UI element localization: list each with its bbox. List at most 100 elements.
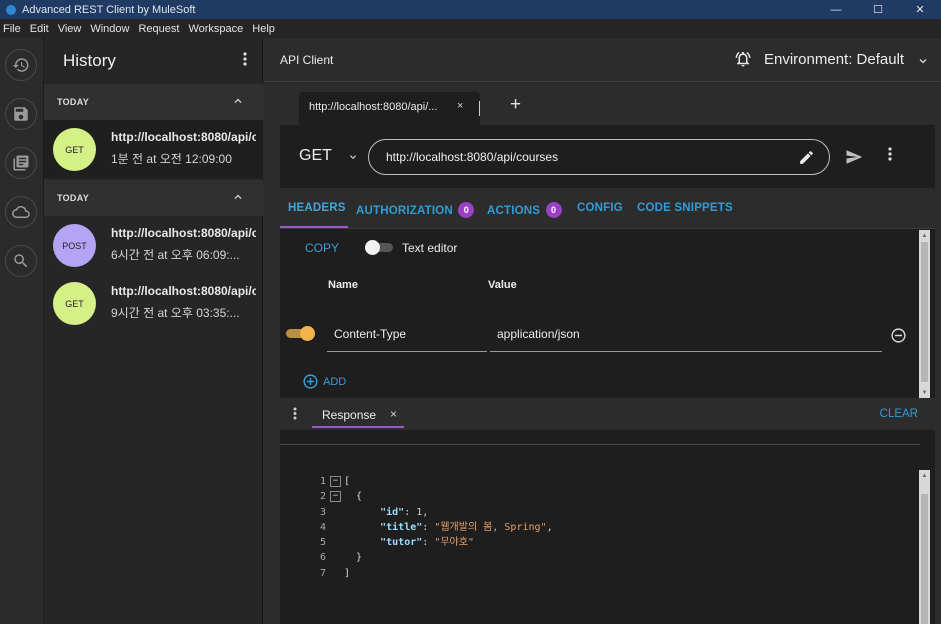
code-line: 7] (310, 566, 553, 581)
environment-selector[interactable]: Environment: Default (764, 51, 904, 68)
history-group-header[interactable]: TODAY (44, 84, 263, 120)
code-text: "title": "웹개발의 봄, Spring", (344, 520, 553, 535)
response-panel: 1−[ 2− { 3 "id": 1, 4 "title": "웹개발의 봄, … (280, 430, 935, 624)
app-title: API Client (280, 53, 334, 67)
menu-workspace[interactable]: Workspace (188, 23, 243, 35)
fold-toggle[interactable]: − (330, 491, 341, 503)
history-menu-button[interactable] (243, 52, 247, 70)
line-number: 4 (319, 521, 326, 533)
request-tab[interactable]: http://localhost:8080/api/... × (299, 92, 480, 125)
headers-scrollbar[interactable]: ▲ ▼ (919, 230, 930, 398)
history-item-url: http://localhost:8080/api/courses (111, 130, 256, 144)
history-item-time: 1분 전 at 오전 12:09:00 (111, 152, 232, 166)
add-circle-icon (303, 374, 318, 389)
copy-headers-button[interactable]: COPY (305, 241, 339, 255)
toggle-knob (300, 326, 315, 341)
history-item-time: 9시간 전 at 오후 03:35:... (111, 306, 240, 320)
history-item[interactable]: GET http://localhost:8080/api/courses 1분… (44, 120, 263, 178)
tab-actions[interactable]: ACTIONS 0 (487, 202, 562, 218)
scroll-thumb[interactable] (921, 242, 928, 382)
header-name-field[interactable]: Content-Type (327, 313, 487, 352)
more-vert-icon (293, 407, 297, 420)
saved-nav-button[interactable] (5, 98, 37, 130)
json-key: "tutor" (380, 537, 423, 549)
minimize-button[interactable]: — (815, 0, 857, 19)
header-enabled-toggle[interactable] (286, 326, 316, 341)
search-nav-button[interactable] (5, 245, 37, 277)
header-value-field[interactable]: application/json (490, 313, 882, 352)
window-controls: — ☐ ✕ (815, 0, 941, 19)
request-tab-strip: http://localhost:8080/api/... × + (264, 83, 941, 125)
menu-help[interactable]: Help (252, 23, 275, 35)
exchange-nav-button[interactable] (5, 196, 37, 228)
cloud-icon (12, 206, 30, 218)
projects-nav-button[interactable] (5, 147, 37, 179)
tab-separator (479, 101, 480, 116)
code-text: { (344, 491, 363, 503)
add-header-button[interactable]: ADD (302, 373, 346, 390)
json-value: "무야호" (434, 537, 474, 549)
scroll-thumb[interactable] (921, 494, 928, 624)
response-scrollbar[interactable]: ▲ (919, 470, 930, 624)
menu-edit[interactable]: Edit (30, 23, 49, 35)
scroll-up-arrow[interactable]: ▲ (919, 470, 930, 481)
history-panel: History TODAY GET http://localhost:8080/… (44, 38, 263, 624)
line-number: 5 (319, 537, 326, 549)
tab-authorization-label: AUTHORIZATION (356, 205, 453, 217)
response-code-view[interactable]: 1−[ 2− { 3 "id": 1, 4 "title": "웹개발의 봄, … (310, 474, 553, 581)
method-selector[interactable]: GET (299, 147, 332, 165)
json-sep: : (422, 537, 435, 549)
send-icon[interactable] (844, 148, 864, 166)
request-more-button[interactable] (888, 147, 892, 161)
scroll-down-arrow[interactable]: ▼ (919, 387, 930, 398)
text-editor-label: Text editor (402, 241, 458, 255)
menu-window[interactable]: Window (90, 23, 129, 35)
response-tab-label[interactable]: Response (322, 408, 376, 422)
menu-view[interactable]: View (58, 23, 82, 35)
header-value-column: Value (488, 279, 517, 291)
json-tail: , (546, 521, 553, 533)
menu-request[interactable]: Request (138, 23, 179, 35)
menu-file[interactable]: File (3, 23, 21, 35)
response-menu-button[interactable] (293, 407, 297, 420)
history-item[interactable]: POST http://localhost:8080/api/courses 6… (44, 216, 263, 274)
response-divider (280, 444, 920, 445)
code-line: 3 "id": 1, (310, 505, 553, 520)
scroll-up-arrow[interactable]: ▲ (919, 230, 930, 241)
line-number: 2 (319, 491, 326, 503)
chevron-down-icon[interactable] (916, 54, 930, 68)
fold-toggle[interactable]: − (330, 476, 341, 488)
close-tab-button[interactable]: × (457, 100, 463, 112)
code-line: 5 "tutor": "무야호" (310, 535, 553, 550)
history-group-header[interactable]: TODAY (44, 180, 263, 216)
history-item[interactable]: GET http://localhost:8080/api/courses 9시… (44, 274, 263, 332)
method-badge: GET (53, 282, 96, 325)
close-window-button[interactable]: ✕ (899, 0, 941, 19)
history-nav-button[interactable] (5, 49, 37, 81)
tab-code-snippets[interactable]: CODE SNIPPETS (637, 202, 733, 214)
tab-authorization[interactable]: AUTHORIZATION 0 (356, 202, 475, 218)
code-text: ] (344, 567, 351, 579)
chevron-down-icon[interactable] (347, 151, 359, 163)
add-tab-button[interactable]: + (510, 94, 521, 116)
history-item-time: 6시간 전 at 오후 06:09:... (111, 248, 240, 262)
close-response-button[interactable]: × (390, 407, 397, 421)
library-icon (13, 155, 29, 171)
maximize-button[interactable]: ☐ (857, 0, 899, 19)
code-line: 1−[ (310, 474, 553, 489)
text-editor-toggle[interactable] (365, 240, 393, 255)
url-input[interactable]: http://localhost:8080/api/courses (368, 139, 830, 175)
tab-headers[interactable]: HEADERS (288, 202, 346, 214)
notification-bell-icon[interactable] (734, 50, 752, 68)
request-url-bar: GET http://localhost:8080/api/courses (280, 125, 935, 188)
history-item-url: http://localhost:8080/api/courses (111, 226, 256, 240)
edit-pencil-icon[interactable] (798, 149, 815, 166)
headers-panel: COPY Text editor Name Value Content-Type… (280, 228, 935, 398)
clear-response-button[interactable]: CLEAR (880, 408, 918, 420)
remove-circle-icon[interactable] (890, 327, 907, 344)
tab-config[interactable]: CONFIG (577, 202, 623, 214)
request-editor-tabs: HEADERS AUTHORIZATION 0 ACTIONS 0 CONFIG… (280, 188, 935, 228)
code-text: } (344, 552, 363, 564)
